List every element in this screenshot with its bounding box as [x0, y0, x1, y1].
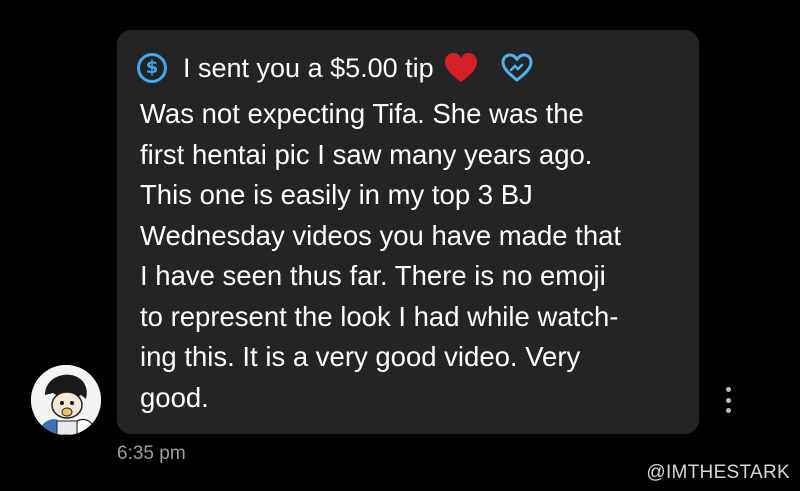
message-line: first hentai pic I saw many years ago.	[140, 138, 593, 170]
message-text: Was not expecting Tifa. She was the firs…	[140, 94, 685, 418]
red-heart-icon	[444, 53, 477, 82]
avatar-illustration	[31, 365, 101, 435]
message-line: good.	[140, 381, 209, 413]
message-line: ing this. It is a very good video. Very	[140, 341, 581, 372]
message-line: Wednesday videos you have made that	[140, 219, 622, 251]
watermark: @IMTHESTARK	[646, 462, 790, 483]
message-line: This one is easily in my top 3 BJ	[140, 179, 533, 210]
blue-outlined-heart-icon	[501, 53, 533, 82]
message-line: to represent the look I had while watch-	[140, 300, 619, 332]
chat-screen: $ I sent you a $5.00 tip Was not expecti…	[0, 0, 800, 491]
dot	[725, 387, 731, 392]
tip-row: $ I sent you a $5.00 tip	[137, 48, 534, 88]
message-timestamp: 6:35 pm	[117, 443, 186, 464]
message-bubble[interactable]: $ I sent you a $5.00 tip Was not expecti…	[117, 30, 699, 434]
vertical-ellipsis-icon[interactable]	[718, 385, 738, 415]
tip-text: I sent you a $5.00 tip	[183, 52, 434, 83]
dot	[725, 408, 731, 413]
message-line: Was not expecting Tifa. She was the	[140, 98, 584, 129]
message-line: I have seen thus far. There is no emoji	[140, 260, 606, 291]
dollar-circle-icon: $	[137, 53, 167, 83]
user-avatar[interactable]	[31, 365, 101, 435]
dot	[725, 397, 731, 403]
